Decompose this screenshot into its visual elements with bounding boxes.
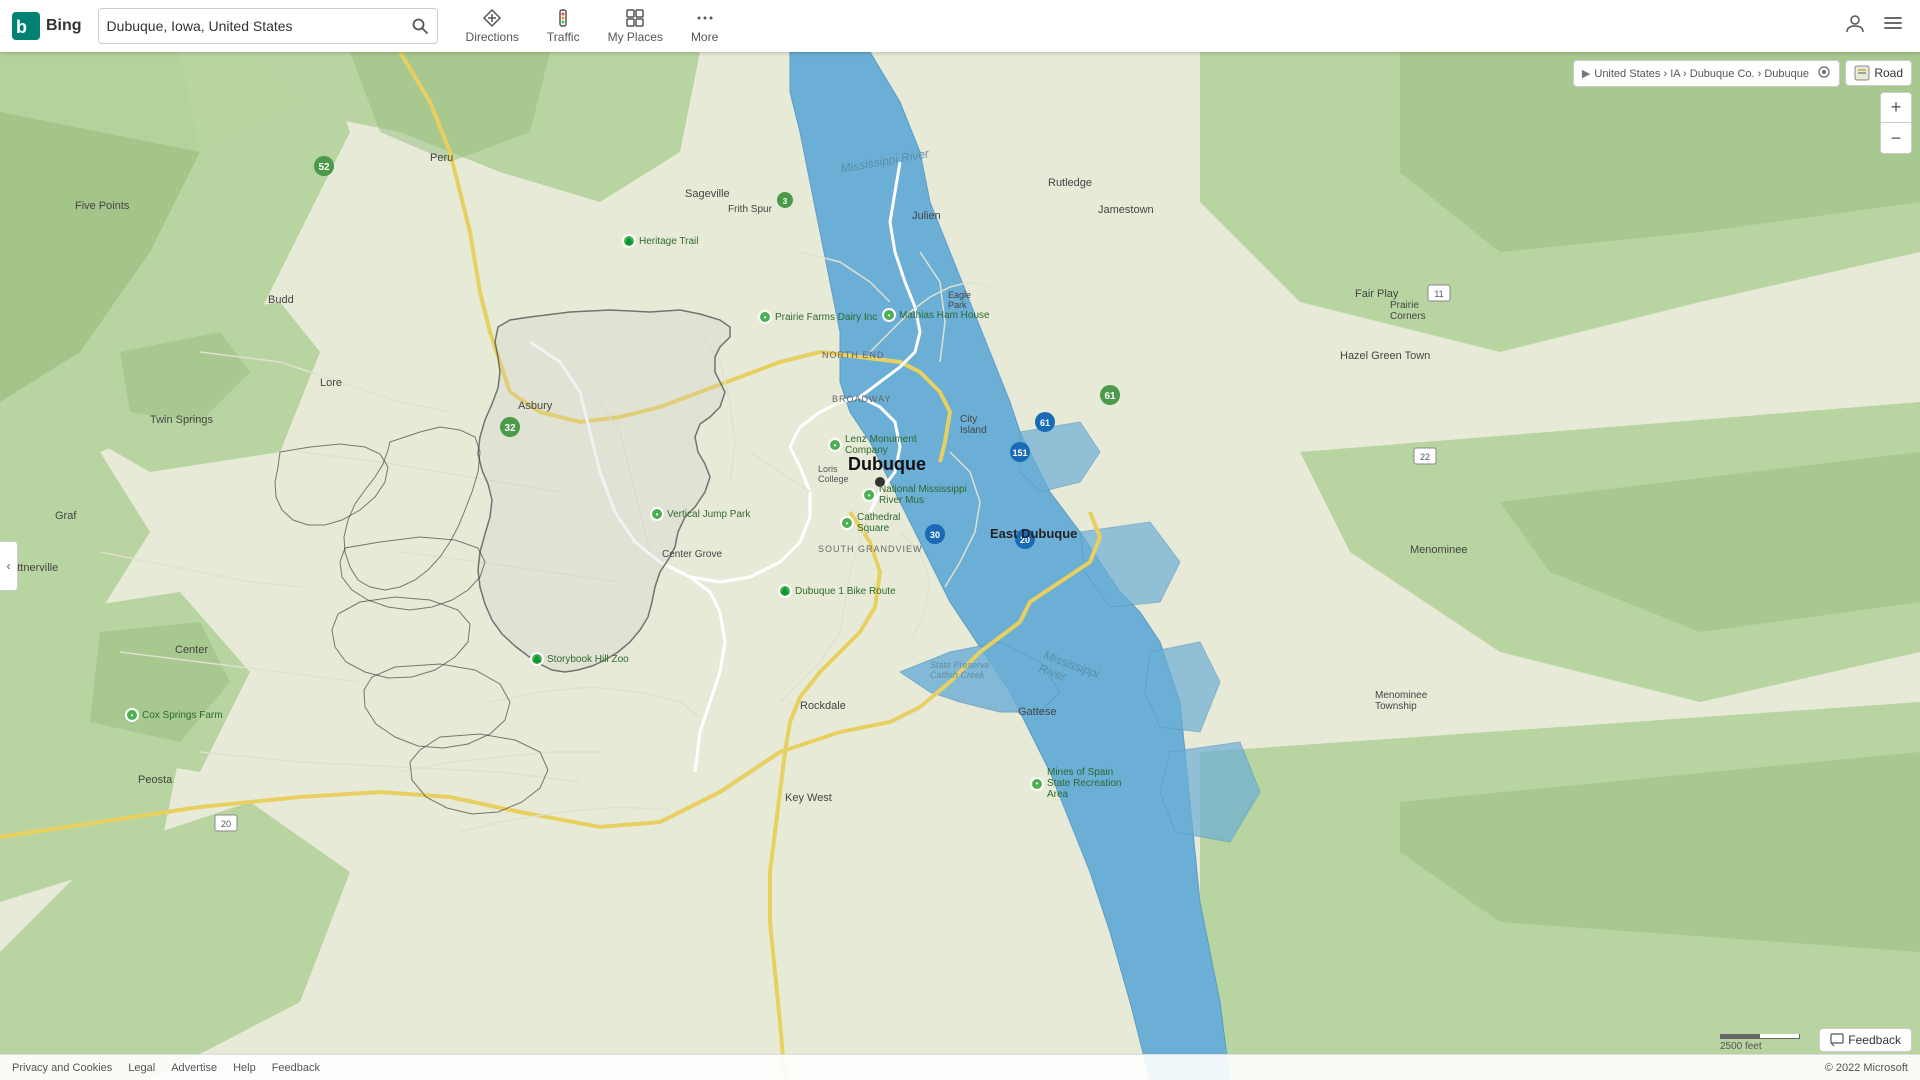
- footer-legal[interactable]: Legal: [128, 1062, 155, 1074]
- traffic-label: Traffic: [547, 30, 580, 44]
- svg-text:61: 61: [1104, 391, 1116, 402]
- more-button[interactable]: More: [679, 4, 730, 48]
- header: b Bing Directions: [0, 0, 1920, 52]
- directions-icon: [482, 8, 502, 28]
- header-right: [1840, 8, 1908, 44]
- breadcrumb: ▶ United States › IA › Dubuque Co. › Dub…: [1573, 60, 1840, 87]
- my-places-button[interactable]: My Places: [596, 4, 675, 48]
- svg-text:151: 151: [1012, 448, 1027, 458]
- svg-text:30: 30: [930, 530, 940, 540]
- breadcrumb-arrow: ▶: [1582, 67, 1590, 80]
- footer: Privacy and Cookies Legal Advertise Help…: [0, 1054, 1920, 1080]
- scale-label: 2500 feet: [1720, 1041, 1762, 1052]
- footer-feedback[interactable]: Feedback: [272, 1062, 320, 1074]
- svg-text:61: 61: [1040, 418, 1050, 428]
- feedback-label: Feedback: [1848, 1033, 1901, 1047]
- map-side-collapse[interactable]: ‹: [0, 541, 18, 591]
- my-places-icon: [625, 8, 645, 28]
- svg-text:32: 32: [504, 423, 516, 434]
- feedback-icon: [1830, 1033, 1844, 1047]
- svg-text:20: 20: [221, 819, 231, 829]
- hamburger-icon: [1882, 12, 1904, 34]
- breadcrumb-settings[interactable]: [1817, 65, 1831, 82]
- menu-button[interactable]: [1878, 8, 1908, 44]
- bing-logo-icon: b: [12, 12, 40, 40]
- svg-text:52: 52: [318, 162, 330, 173]
- directions-button[interactable]: Directions: [454, 4, 531, 48]
- map-container[interactable]: 52 3 32 61 20 30 20 61 151 11 22 Five Po…: [0, 52, 1920, 1080]
- logo-label: Bing: [46, 17, 82, 35]
- traffic-button[interactable]: Traffic: [535, 4, 592, 48]
- copyright: © 2022 Microsoft: [1825, 1062, 1908, 1074]
- search-button[interactable]: [411, 17, 429, 35]
- my-places-label: My Places: [608, 30, 663, 44]
- user-icon-button[interactable]: [1840, 8, 1870, 44]
- chevron-left-icon: ‹: [7, 559, 11, 573]
- footer-privacy[interactable]: Privacy and Cookies: [12, 1062, 112, 1074]
- footer-help[interactable]: Help: [233, 1062, 256, 1074]
- search-icon: [411, 17, 429, 35]
- breadcrumb-text: United States › IA › Dubuque Co. › Dubuq…: [1594, 68, 1809, 80]
- logo[interactable]: b Bing: [12, 12, 82, 40]
- svg-text:22: 22: [1420, 452, 1430, 462]
- user-icon: [1844, 12, 1866, 34]
- map-type-label: Road: [1874, 66, 1903, 80]
- zoom-out-button[interactable]: −: [1881, 123, 1911, 153]
- traffic-icon: [553, 8, 573, 28]
- settings-icon: [1817, 65, 1831, 79]
- search-bar: [98, 8, 438, 44]
- svg-text:11: 11: [1434, 289, 1443, 299]
- directions-label: Directions: [466, 30, 519, 44]
- svg-text:3: 3: [783, 197, 788, 206]
- more-label: More: [691, 30, 718, 44]
- toolbar: Directions Traffic My Places: [454, 4, 731, 48]
- scale-bar: 2500 feet: [1720, 1034, 1800, 1052]
- zoom-controls: + −: [1880, 92, 1912, 154]
- feedback-button[interactable]: Feedback: [1819, 1028, 1912, 1052]
- map-canvas: 52 3 32 61 20 30 20 61 151 11 22: [0, 52, 1920, 1080]
- map-type-button[interactable]: Road: [1845, 60, 1912, 86]
- road-map-icon: [1854, 65, 1870, 81]
- zoom-in-button[interactable]: +: [1881, 93, 1911, 123]
- more-icon: [695, 8, 715, 28]
- svg-text:b: b: [16, 17, 27, 37]
- svg-text:20: 20: [1020, 535, 1030, 545]
- search-input[interactable]: [107, 18, 411, 34]
- footer-advertise[interactable]: Advertise: [171, 1062, 217, 1074]
